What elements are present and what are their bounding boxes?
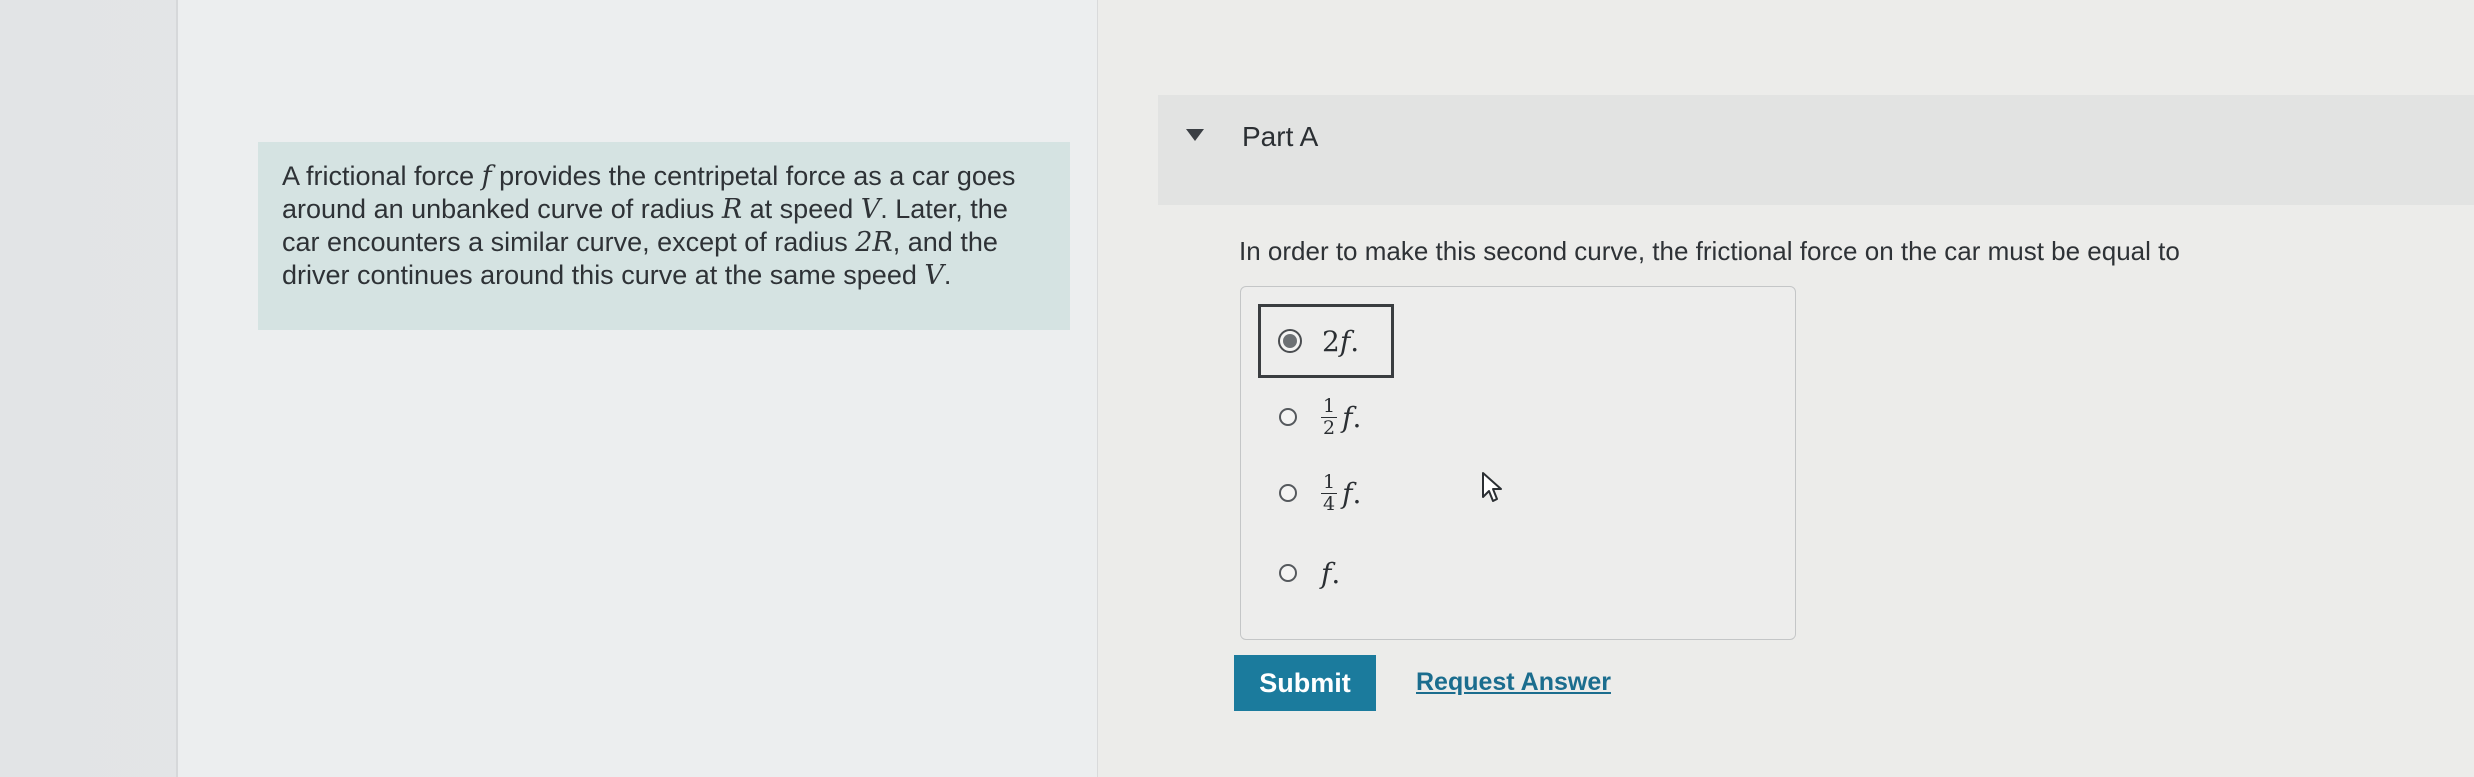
- option-variable: f: [1342, 400, 1353, 434]
- problem-text-segment: car encounters a similar curve, except o…: [282, 227, 856, 257]
- submit-button[interactable]: Submit: [1234, 655, 1376, 711]
- problem-text-segment: provides the centripetal force as a car …: [491, 161, 1016, 191]
- part-a-header[interactable]: Part A: [1158, 95, 2474, 205]
- option-variable: f: [1321, 556, 1332, 590]
- radio-button-selected[interactable]: [1278, 329, 1302, 353]
- problem-text-segment: , and the: [892, 227, 998, 257]
- fraction-numerator: 1: [1321, 470, 1338, 494]
- answer-options: 2f. 12f. 14f. f.: [1240, 286, 1796, 640]
- option-suffix: .: [1352, 476, 1362, 510]
- problem-text-segment: .: [943, 260, 952, 290]
- option-half-f[interactable]: 12f.: [1259, 387, 1361, 447]
- fraction-denominator: 4: [1323, 492, 1336, 515]
- math-variable: 2R: [855, 227, 893, 258]
- problem-text-segment: A frictional force: [282, 161, 482, 191]
- mouse-pointer-icon: [1482, 472, 1502, 502]
- radio-button[interactable]: [1279, 408, 1297, 426]
- problem-text-segment: around an unbanked curve of radius: [282, 194, 722, 224]
- problem-text: A frictional force f provides the centri…: [282, 160, 1046, 292]
- option-quarter-f[interactable]: 14f.: [1259, 463, 1361, 523]
- radio-button[interactable]: [1279, 484, 1297, 502]
- option-suffix: .: [1350, 324, 1360, 358]
- radio-button[interactable]: [1279, 564, 1297, 582]
- option-variable: f: [1342, 476, 1353, 510]
- fraction-numerator: 1: [1321, 394, 1338, 418]
- option-suffix: .: [1331, 556, 1341, 590]
- request-answer-link[interactable]: Request Answer: [1416, 668, 1611, 697]
- radio-dot: [1283, 334, 1297, 348]
- math-variable: V: [860, 194, 881, 225]
- option-f[interactable]: f.: [1259, 543, 1340, 603]
- math-variable: f: [481, 161, 492, 192]
- option-coefficient: 2: [1322, 324, 1340, 358]
- fraction-denominator: 2: [1323, 416, 1336, 439]
- part-title: Part A: [1242, 121, 1319, 152]
- fraction: 14: [1321, 470, 1338, 515]
- question-text: In order to make this second curve, the …: [1239, 236, 2180, 266]
- option-suffix: .: [1352, 400, 1362, 434]
- math-variable: V: [924, 260, 944, 291]
- left-panel: [178, 0, 1098, 777]
- caret-down-icon[interactable]: [1186, 129, 1204, 141]
- problem-text-segment: at speed: [742, 194, 861, 224]
- math-variable: R: [721, 194, 743, 225]
- problem-text-segment: . Later, the: [880, 194, 1008, 224]
- fraction: 12: [1321, 394, 1338, 439]
- option-2f[interactable]: 2f.: [1258, 304, 1394, 378]
- problem-text-segment: driver continues around this curve at th…: [282, 260, 925, 290]
- option-variable: f: [1339, 324, 1351, 358]
- problem-statement: A frictional force f provides the centri…: [258, 142, 1070, 330]
